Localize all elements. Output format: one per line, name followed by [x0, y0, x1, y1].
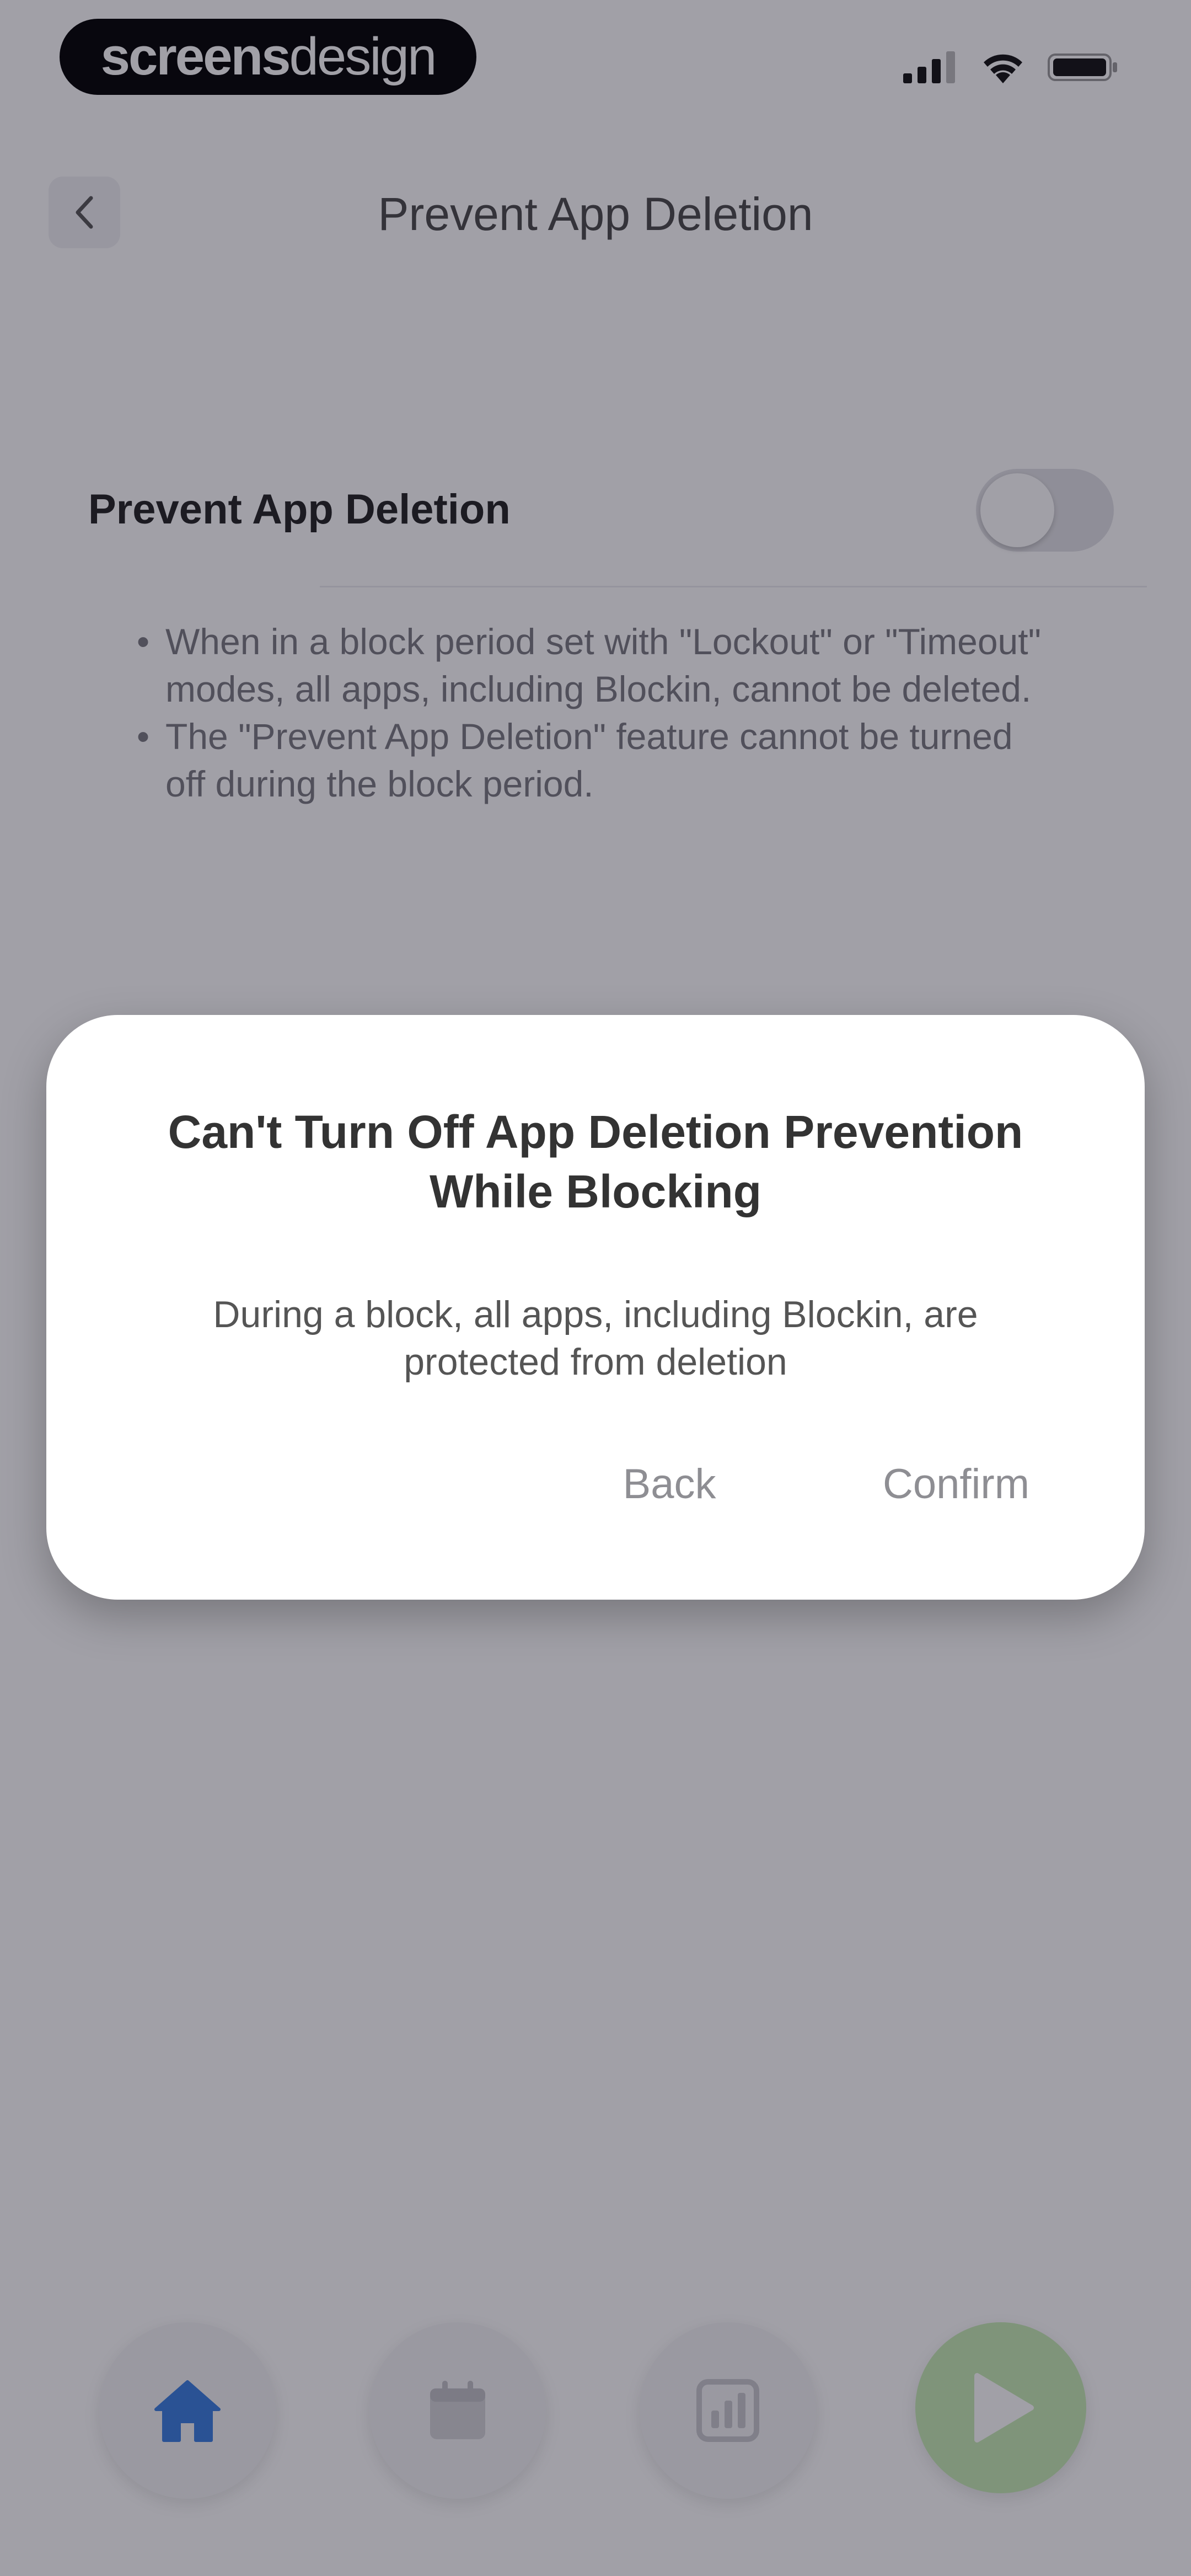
dialog-message: During a block, all apps, including Bloc… [213, 1294, 978, 1383]
alert-dialog: Can't Turn Off App Deletion Prevention W… [46, 1015, 1145, 1600]
dialog-back-button[interactable]: Back [603, 1445, 736, 1522]
dialog-confirm-button[interactable]: Confirm [846, 1445, 1066, 1522]
app-screen: screensdesign Prevent App Deletion Preve… [0, 0, 1191, 2576]
dialog-title: Can't Turn Off App Deletion Prevention W… [168, 1106, 1023, 1217]
